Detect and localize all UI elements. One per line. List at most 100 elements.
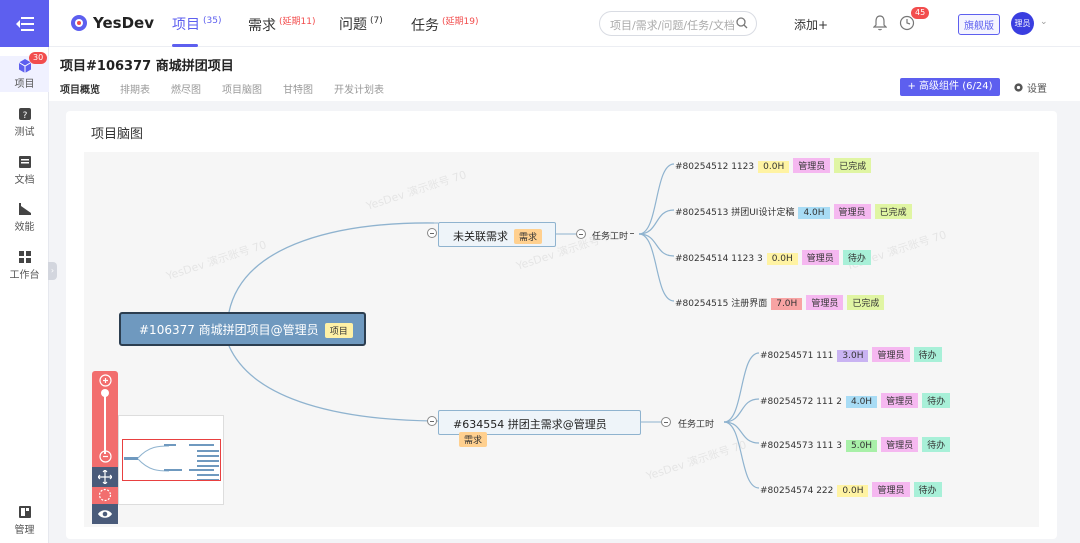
advanced-components-button[interactable]: + 高级组件 (6/24) [900,78,1000,96]
settings-button[interactable]: 设置 [1013,80,1047,95]
target-icon [98,488,112,502]
task-owner: 管理员 [793,158,831,173]
rail-item-manage[interactable]: 管理 [0,505,49,536]
task-name: #80254513 拼团UI设计定稿 [675,208,795,218]
nav-label: 问题 [339,17,367,33]
nav-count: (延期11) [279,17,316,27]
svg-text:?: ? [22,111,27,121]
notification-badge: 45 [911,7,930,19]
app-logo[interactable]: YesDev [70,14,154,32]
search-placeholder: 项目/需求/问题/任务/文档 [610,19,735,32]
tab-schedule[interactable]: 排期表 [120,81,150,96]
root-node[interactable]: #106377 商城拼团项目@管理员 项目 [119,312,366,346]
tab-mindmap[interactable]: 项目脑图 [222,81,262,96]
task-status: 待办 [913,482,942,497]
rail-label: 管理 [14,525,35,536]
task-hours: 7.0H [771,298,803,310]
task-hours: 0.0H [766,253,798,265]
tab-dev-plan[interactable]: 开发计划表 [334,81,384,96]
zoom-out-button[interactable] [92,450,118,466]
tab-gantt[interactable]: 甘特图 [283,81,313,96]
collapse-toggle[interactable] [661,417,671,427]
avatar[interactable]: 理员 [1011,12,1034,35]
collapse-toggle[interactable] [427,228,437,238]
rail-item-doc[interactable]: 文档 [0,155,49,186]
task-item[interactable]: #80254513 拼团UI设计定稿 4.0H 管理员 已完成 [675,204,912,219]
task-item[interactable]: #80254574 222 0.0H 管理员 待办 [760,482,942,497]
nav-project[interactable]: 项目 (35) [172,14,221,34]
task-owner: 管理员 [833,204,871,219]
fit-view-button[interactable] [92,488,118,505]
branch-node[interactable]: #634554 拼团主需求@管理员需求 [438,410,641,447]
task-owner: 管理员 [806,295,844,310]
move-icon [97,469,113,485]
chevron-down-icon[interactable]: ⌄ [1040,17,1048,27]
task-hours: 0.0H [837,485,869,497]
zoom-slider-handle[interactable] [101,389,109,397]
nav-task[interactable]: 任务 (延期19) [411,14,478,35]
task-name: #80254574 222 [760,486,834,496]
flagship-badge[interactable]: 旗舰版 [958,14,1000,35]
menu-icon [15,16,34,31]
toggle-preview-button[interactable] [92,504,118,524]
card-title: 项目脑图 [91,127,144,142]
test-icon: ? [18,108,31,121]
task-status: 已完成 [874,204,912,219]
nav-label: 项目 [172,17,200,33]
branch-node[interactable]: 未关联需求 需求 [438,222,556,247]
rail-item-efficiency[interactable]: 效能 [0,202,49,233]
task-item[interactable]: #80254512 1123 0.0H 管理员 已完成 [675,158,872,173]
group-label: 任务工时 [592,232,629,242]
tab-overview[interactable]: 项目概览 [60,81,100,96]
task-item[interactable]: #80254515 注册界面 7.0H 管理员 已完成 [675,295,885,310]
logo-icon [71,15,87,31]
rail-label: 项目 [14,79,35,90]
nav-requirement[interactable]: 需求 (延期11) [248,14,315,35]
task-item[interactable]: #80254514 1123 3 0.0H 管理员 待办 [675,250,871,265]
nav-label: 需求 [248,18,276,34]
branch-label: 未关联需求 [453,230,508,243]
task-item[interactable]: #80254572 111 2 4.0H 管理员 待办 [760,393,951,408]
project-header: 项目#106377 商城拼团项目 项目概览 排期表 燃尽图 项目脑图 甘特图 开… [49,47,1080,101]
add-button[interactable]: 添加+ [794,16,828,33]
chart-icon [18,203,31,215]
task-item[interactable]: #80254571 111 3.0H 管理员 待办 [760,347,942,362]
rail-item-workbench[interactable]: 工作台 [0,250,49,281]
task-name: #80254512 1123 [675,162,755,172]
search-icon [736,17,748,29]
zoom-toolbar [92,371,118,524]
rail-label: 效能 [14,222,35,233]
zoom-slider-track[interactable] [104,392,106,454]
mindmap-canvas[interactable]: YesDev 演示账号 70 YesDev 演示账号 70 YesDev 演示账… [84,152,1039,527]
collapse-toggle[interactable] [576,229,586,239]
rail-item-project[interactable]: 项目 30 [0,52,49,92]
rail-label: 测试 [14,127,35,138]
nav-count: (延期19) [442,17,479,27]
rail-label: 文档 [14,175,35,186]
task-owner: 管理员 [801,250,839,265]
group-spacer [628,229,638,239]
search-input[interactable]: 项目/需求/问题/任务/文档 [599,11,757,36]
rail-collapse-handle[interactable]: › [48,262,57,280]
nav-count: (35) [203,16,222,26]
bell-icon[interactable] [873,15,887,31]
task-status: 已完成 [834,158,872,173]
doc-icon [18,156,31,168]
tab-burndown[interactable]: 燃尽图 [171,81,201,96]
task-item[interactable]: #80254573 111 3 5.0H 管理员 待办 [760,437,951,452]
rail-badge: 30 [29,52,48,64]
task-status: 已完成 [847,295,885,310]
page-title: 项目#106377 商城拼团项目 [60,59,234,74]
nav-issue[interactable]: 问题 (7) [339,14,383,34]
minimap-viewport[interactable] [122,439,221,481]
rail-item-test[interactable]: ? 测试 [0,107,49,138]
task-owner: 管理员 [881,393,919,408]
eye-icon [98,510,112,518]
zoom-in-button[interactable] [92,374,118,390]
pan-button[interactable] [92,467,118,487]
minimap[interactable] [118,415,224,505]
menu-toggle-button[interactable] [0,0,49,47]
collapse-toggle[interactable] [427,416,437,426]
nav-label: 任务 [411,18,439,34]
task-status: 待办 [842,250,871,265]
